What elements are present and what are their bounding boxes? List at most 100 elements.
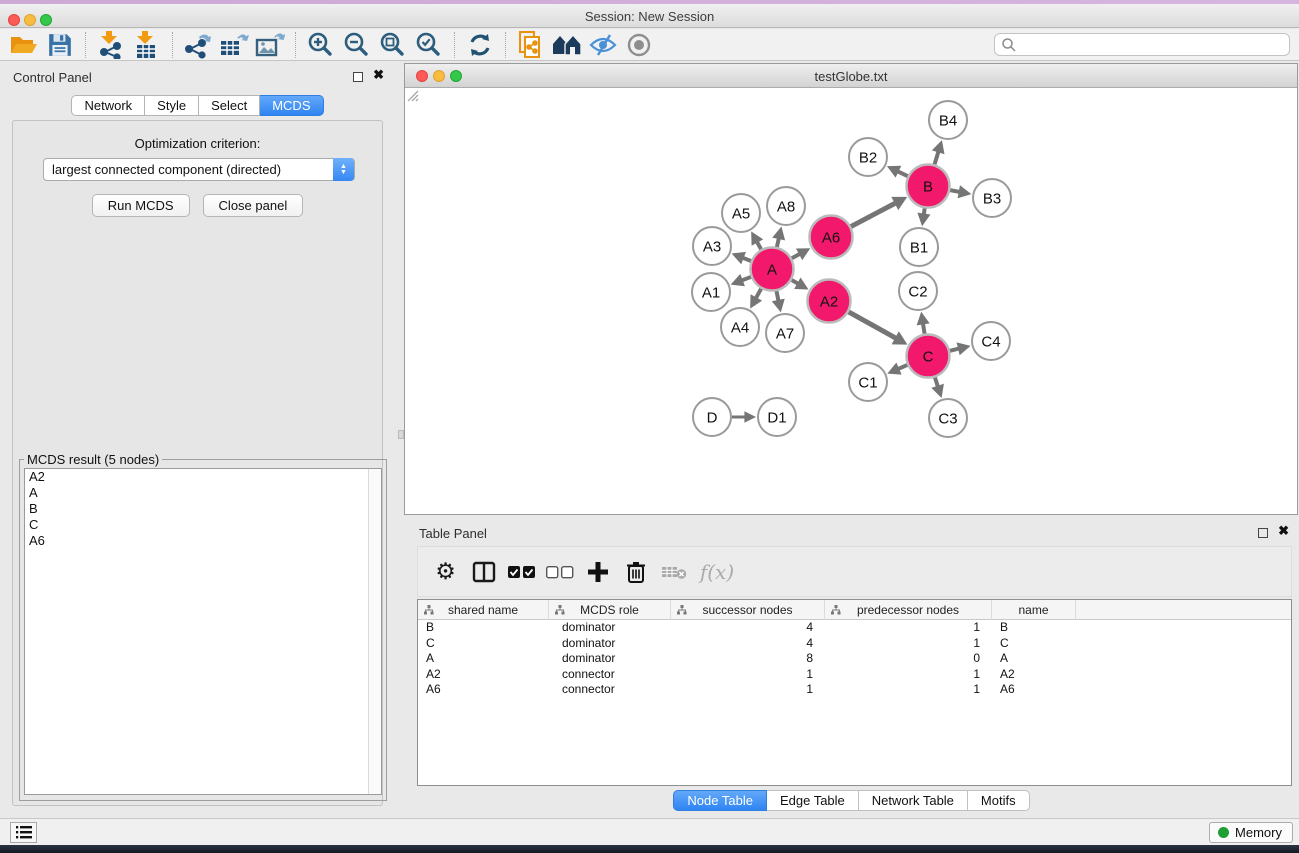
- graph-node-C4[interactable]: C4: [972, 322, 1010, 360]
- network-graph[interactable]: B4B2BB3A5A8A6B1A3AC2A1A2A4A7C4CC1C3DD1: [405, 88, 1297, 514]
- cell-mcds-role[interactable]: connector: [549, 667, 671, 683]
- cell-name[interactable]: A2: [992, 667, 1076, 683]
- select-all-checkboxes-icon[interactable]: [505, 555, 538, 589]
- graph-node-C1[interactable]: C1: [849, 363, 887, 401]
- export-table-icon[interactable]: [216, 30, 252, 60]
- cell-mcds-role[interactable]: dominator: [549, 651, 671, 667]
- table-row-a[interactable]: Adominator80A: [418, 651, 1291, 667]
- export-image-icon[interactable]: [252, 30, 288, 60]
- cell-successor-nodes[interactable]: 1: [671, 667, 825, 683]
- column-header-successor-nodes[interactable]: successor nodes: [671, 600, 825, 620]
- graph-node-A5[interactable]: A5: [722, 194, 760, 232]
- cell-predecessor-nodes[interactable]: 1: [825, 636, 992, 652]
- table-panel-close-icon[interactable]: ✖: [1278, 523, 1289, 539]
- graph-node-B[interactable]: B: [907, 165, 950, 208]
- zoom-selected-icon[interactable]: [411, 30, 447, 60]
- cell-predecessor-nodes[interactable]: 0: [825, 651, 992, 667]
- import-table-icon[interactable]: [129, 30, 165, 60]
- table-row-b[interactable]: Bdominator41B: [418, 620, 1291, 636]
- cell-name[interactable]: B: [992, 620, 1076, 636]
- graph-node-D[interactable]: D: [693, 398, 731, 436]
- home-icon[interactable]: [549, 30, 585, 60]
- result-item-b[interactable]: B: [25, 501, 381, 517]
- graph-node-A1[interactable]: A1: [692, 273, 730, 311]
- cell-name[interactable]: A: [992, 651, 1076, 667]
- edge-C-C1[interactable]: [898, 365, 908, 369]
- mcds-result-list[interactable]: A2ABCA6: [24, 468, 382, 795]
- zoom-out-icon[interactable]: [339, 30, 375, 60]
- cell-predecessor-nodes[interactable]: 1: [825, 667, 992, 683]
- cell-name[interactable]: C: [992, 636, 1076, 652]
- tab-network[interactable]: Network: [71, 95, 145, 116]
- edge-A6-B[interactable]: [851, 203, 896, 227]
- tab-motifs[interactable]: Motifs: [968, 790, 1030, 811]
- column-layout-icon[interactable]: [467, 555, 500, 589]
- graph-node-B3[interactable]: B3: [973, 179, 1011, 217]
- graph-node-C2[interactable]: C2: [899, 272, 937, 310]
- edge-B-B2[interactable]: [897, 171, 908, 176]
- show-graphics-eye-icon[interactable]: [621, 30, 657, 60]
- table-row-c[interactable]: Cdominator41C: [418, 636, 1291, 652]
- tab-network-table[interactable]: Network Table: [859, 790, 968, 811]
- edge-A-A1[interactable]: [741, 277, 751, 281]
- graph-node-B1[interactable]: B1: [900, 228, 938, 266]
- cell-shared-name[interactable]: C: [418, 636, 549, 652]
- open-session-icon[interactable]: [6, 30, 42, 60]
- graph-node-A[interactable]: A: [751, 248, 794, 291]
- edge-A-A4[interactable]: [756, 289, 762, 299]
- cell-name[interactable]: A6: [992, 682, 1076, 698]
- node-table[interactable]: shared nameMCDS rolesuccessor nodesprede…: [417, 599, 1292, 786]
- cell-successor-nodes[interactable]: 1: [671, 682, 825, 698]
- refresh-icon[interactable]: [462, 30, 498, 60]
- table-row-a2[interactable]: A2connector11A2: [418, 667, 1291, 683]
- graph-node-A7[interactable]: A7: [766, 314, 804, 352]
- graph-node-B4[interactable]: B4: [929, 101, 967, 139]
- tab-style[interactable]: Style: [145, 95, 199, 116]
- graph-node-B2[interactable]: B2: [849, 138, 887, 176]
- edge-C-C2[interactable]: [923, 323, 925, 334]
- tab-node-table[interactable]: Node Table: [673, 790, 767, 811]
- zoom-fit-icon[interactable]: [375, 30, 411, 60]
- edge-B-B3[interactable]: [950, 190, 960, 192]
- tab-select[interactable]: Select: [199, 95, 260, 116]
- edge-C-C3[interactable]: [935, 377, 938, 387]
- control-panel-close-icon[interactable]: ✖: [373, 67, 384, 83]
- save-session-icon[interactable]: [42, 30, 78, 60]
- graph-node-A4[interactable]: A4: [721, 308, 759, 346]
- add-row-plus-icon[interactable]: [581, 555, 614, 589]
- graph-node-A6[interactable]: A6: [810, 216, 853, 259]
- edge-A2-C[interactable]: [849, 312, 897, 339]
- cell-successor-nodes[interactable]: 4: [671, 620, 825, 636]
- graph-node-A2[interactable]: A2: [808, 280, 851, 323]
- run-mcds-button[interactable]: Run MCDS: [92, 194, 190, 217]
- cell-shared-name[interactable]: B: [418, 620, 549, 636]
- table-panel-float-icon[interactable]: [1258, 528, 1268, 538]
- memory-button[interactable]: Memory: [1209, 822, 1293, 843]
- window-resize-grip[interactable]: [405, 88, 419, 102]
- search-input[interactable]: [994, 33, 1290, 56]
- delete-row-trash-icon[interactable]: [619, 555, 652, 589]
- delete-table-icon[interactable]: [657, 555, 690, 589]
- graph-node-A3[interactable]: A3: [693, 227, 731, 265]
- graph-node-C3[interactable]: C3: [929, 399, 967, 437]
- network-window-titlebar[interactable]: testGlobe.txt: [405, 64, 1297, 88]
- cell-shared-name[interactable]: A6: [418, 682, 549, 698]
- criterion-select[interactable]: largest connected component (directed) ▲…: [43, 158, 355, 181]
- cell-successor-nodes[interactable]: 4: [671, 636, 825, 652]
- edge-A-A7[interactable]: [776, 291, 778, 301]
- control-panel-float-icon[interactable]: [353, 72, 363, 82]
- cell-predecessor-nodes[interactable]: 1: [825, 620, 992, 636]
- tab-mcds[interactable]: MCDS: [260, 95, 323, 116]
- cell-mcds-role[interactable]: dominator: [549, 636, 671, 652]
- zoom-in-icon[interactable]: [303, 30, 339, 60]
- table-settings-gear-icon[interactable]: ⚙: [429, 555, 462, 589]
- deselect-all-checkboxes-icon[interactable]: [543, 555, 576, 589]
- result-item-a2[interactable]: A2: [25, 469, 381, 485]
- import-network-icon[interactable]: [93, 30, 129, 60]
- tab-edge-table[interactable]: Edge Table: [767, 790, 859, 811]
- column-header-mcds-role[interactable]: MCDS role: [549, 600, 671, 620]
- close-panel-button[interactable]: Close panel: [203, 194, 304, 217]
- graph-node-D1[interactable]: D1: [758, 398, 796, 436]
- column-header-shared-name[interactable]: shared name: [418, 600, 549, 620]
- table-row-a6[interactable]: A6connector11A6: [418, 682, 1291, 698]
